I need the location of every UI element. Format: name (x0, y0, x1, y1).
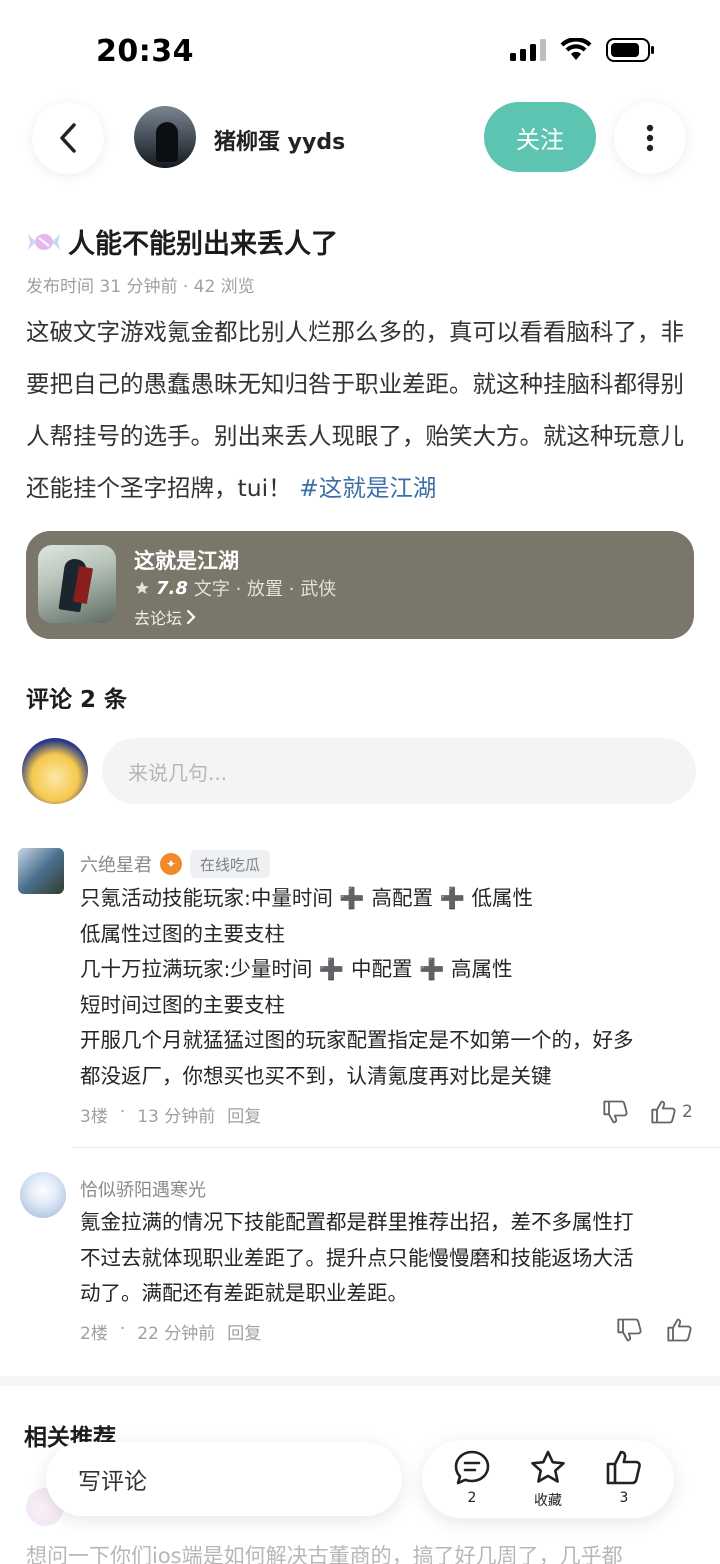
comment-action[interactable]: 2 (440, 1448, 504, 1506)
section-separator (0, 1376, 720, 1386)
chevron-left-icon (60, 123, 76, 153)
star-icon (135, 581, 149, 594)
battery-icon (606, 38, 654, 62)
post-body: 这破文字游戏氪金都比别人烂那么多的，真可以看看脑科了，非要把自己的愚蠢愚昧无知归… (26, 306, 698, 514)
game-tags: 文字 · 放置 · 武侠 (193, 579, 337, 600)
signal-icon (510, 39, 546, 61)
comment-divider (72, 1147, 720, 1148)
comment-avatar[interactable] (18, 848, 64, 894)
chevron-right-icon (186, 609, 196, 625)
comments-title: 评论 2 条 (26, 687, 128, 713)
action-bar: 2 收藏 3 (422, 1440, 674, 1518)
post-title: 人能不能别出来丢人了 (68, 229, 338, 260)
comment-meta: 2楼 · 22 分钟前 回复 (80, 1319, 262, 1344)
thumbs-up-icon (667, 1318, 692, 1342)
like-action[interactable]: 3 (592, 1448, 656, 1506)
comment-body: 只氪活动技能玩家:中量时间 ➕ 高配置 ➕ 低属性 低属性过图的主要支柱 几十万… (80, 881, 700, 1094)
comment-meta: 3楼 · 13 分钟前 回复 (80, 1102, 262, 1127)
thumbs-down-icon (617, 1318, 642, 1342)
more-button[interactable] (614, 102, 686, 174)
thumbs-up-icon (606, 1450, 641, 1485)
like-button[interactable]: 2 (650, 1098, 693, 1126)
author-name[interactable]: 猪柳蛋 yyds (214, 124, 345, 156)
comment-line: 不过去就体现职业差距了。提升点只能慢慢磨和技能返场大活 (80, 1245, 634, 1270)
post-title-row: 人能不能别出来丢人了 (26, 222, 338, 261)
like-count: 2 (682, 1102, 693, 1122)
game-icon (38, 545, 116, 623)
comment-line: 氪金拉满的情况下技能配置都是群里推荐出招，差不多属性打 (80, 1210, 634, 1234)
comment-line: 几十万拉满玩家:少量时间 ➕ 中配置 ➕ 高属性 (80, 957, 513, 981)
comment-username[interactable]: 六绝星君 (80, 851, 152, 877)
comment-time: 22 分钟前 (137, 1324, 216, 1344)
comment-username[interactable]: 恰似骄阳遇寒光 (80, 1176, 206, 1202)
comment-line: 都没返厂，你想买也买不到，认清氪度再对比是关键 (80, 1063, 552, 1088)
post-meta: 发布时间 31 分钟前 · 42 浏览 (26, 277, 255, 297)
game-card[interactable]: 这就是江湖 7.8 文字 · 放置 · 武侠 去论坛 (26, 531, 694, 639)
game-name: 这就是江湖 (134, 549, 239, 573)
forum-link[interactable]: 去论坛 (134, 605, 196, 629)
dislike-button[interactable] (616, 1316, 644, 1344)
star-outline-icon (531, 1450, 565, 1483)
author-avatar[interactable] (134, 106, 196, 168)
comment-input[interactable]: 来说几句... (102, 738, 696, 804)
hashtag-link[interactable]: #这就是江湖 (299, 474, 436, 502)
dislike-button[interactable] (602, 1098, 630, 1126)
my-avatar (22, 738, 88, 804)
favorite-action[interactable]: 收藏 (516, 1448, 580, 1510)
comment-line: 只氪活动技能玩家:中量时间 ➕ 高配置 ➕ 低属性 (80, 886, 534, 910)
comment-line: 动了。满配还有差距就是职业差距。 (80, 1281, 408, 1305)
wifi-icon (560, 38, 592, 60)
comment-floor: 3楼 (80, 1107, 108, 1127)
write-comment-button[interactable]: 写评论 (46, 1442, 402, 1516)
follow-button[interactable]: 关注 (484, 102, 596, 172)
like-button[interactable] (666, 1316, 694, 1344)
comment-line: 开服几个月就猛猛过图的玩家配置指定是不如第一个的，好多 (80, 1028, 634, 1052)
lion-badge-icon: ✦ (160, 853, 182, 875)
comment-avatar[interactable] (20, 1172, 66, 1218)
forum-link-label: 去论坛 (134, 609, 183, 628)
status-icons (510, 38, 656, 62)
user-tag: 在线吃瓜 (190, 850, 271, 878)
more-vertical-icon (646, 124, 654, 152)
back-button[interactable] (32, 102, 104, 174)
reply-button[interactable]: 回复 (227, 1319, 261, 1344)
reply-button[interactable]: 回复 (227, 1102, 261, 1127)
thumbs-up-icon (651, 1100, 676, 1124)
comment-bubble-icon (454, 1450, 490, 1485)
related-preview-text: 想问一下你们ios端是如何解决古董商的，搞了好几周了，几乎都 (26, 1544, 623, 1564)
game-tags-row: 7.8 文字 · 放置 · 武侠 (134, 575, 336, 601)
comment-body: 氪金拉满的情况下技能配置都是群里推荐出招，差不多属性打 不过去就体现职业差距了。… (80, 1205, 700, 1312)
comment-line: 低属性过图的主要支柱 (80, 921, 285, 946)
comment-floor: 2楼 (80, 1324, 108, 1344)
favorite-label: 收藏 (534, 1493, 562, 1509)
comment-line: 短时间过图的主要支柱 (80, 992, 285, 1017)
status-time: 20:34 (96, 34, 194, 69)
candy-icon (28, 233, 60, 250)
comment-header: 六绝星君 ✦ 在线吃瓜 (80, 850, 271, 878)
comment-count: 2 (467, 1490, 477, 1506)
thumbs-down-icon (603, 1100, 628, 1124)
comment-time: 13 分钟前 (137, 1107, 216, 1127)
game-rating: 7.8 (156, 577, 188, 599)
like-total: 3 (619, 1490, 629, 1506)
